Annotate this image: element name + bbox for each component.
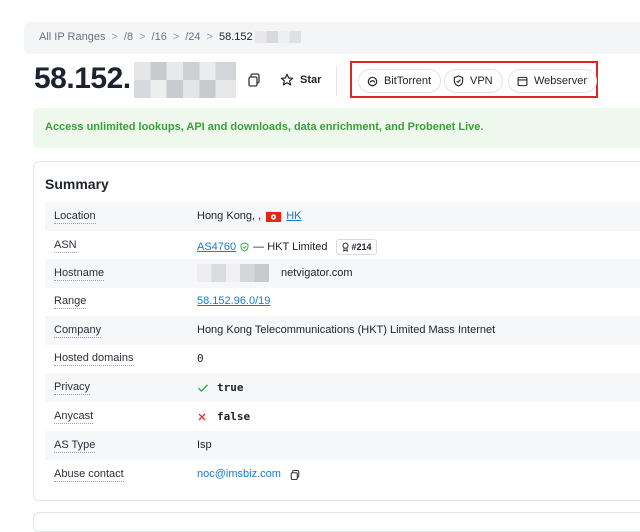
range-value: 58.152.96.0/19 bbox=[197, 295, 270, 308]
tag-vpn[interactable]: VPN bbox=[444, 69, 503, 93]
summary-row-abuse-contact: Abuse contact noc@imsbiz.com bbox=[45, 460, 640, 489]
breadcrumb-all-ip-ranges[interactable]: All IP Ranges bbox=[39, 31, 105, 43]
asn-rank-badge: #214 bbox=[335, 239, 377, 255]
location-text: Hong Kong, , bbox=[197, 210, 262, 222]
tag-webserver-label: Webserver bbox=[534, 75, 587, 87]
copy-email-button[interactable] bbox=[289, 469, 301, 481]
hosted-domains-label: Hosted domains bbox=[54, 352, 134, 366]
summary-row-anycast: Anycast false bbox=[45, 402, 640, 431]
redacted-ip-suffix bbox=[254, 31, 301, 44]
check-icon bbox=[198, 383, 209, 392]
star-icon bbox=[280, 73, 294, 86]
breadcrumb: All IP Ranges > /8 > /16 > /24 >58.152 bbox=[24, 22, 640, 54]
hostname-value: netvigator.com bbox=[197, 264, 353, 282]
hostname-label: Hostname bbox=[54, 267, 105, 281]
breadcrumb-separator: > bbox=[111, 31, 118, 44]
asn-label: ASN bbox=[54, 239, 77, 253]
breadcrumb-separator: > bbox=[139, 31, 146, 44]
abuse-contact-label: Abuse contact bbox=[54, 468, 124, 482]
summary-row-as-type: AS Type Isp bbox=[45, 431, 640, 460]
anycast-label: Anycast bbox=[54, 410, 94, 424]
range-label: Range bbox=[54, 295, 87, 309]
page-title: 58.152. bbox=[34, 62, 131, 95]
promo-banner[interactable]: Access unlimited lookups, API and downlo… bbox=[33, 108, 640, 148]
breadcrumb-slash-24[interactable]: /24 bbox=[185, 31, 200, 43]
breadcrumb-separator: > bbox=[206, 31, 213, 44]
anycast-status: false bbox=[217, 410, 251, 423]
top-strip bbox=[0, 0, 640, 20]
browser-window-icon bbox=[517, 76, 528, 86]
breadcrumb-slash-16[interactable]: /16 bbox=[152, 31, 167, 43]
range-link[interactable]: 58.152.96.0/19 bbox=[197, 295, 270, 308]
company-text: Hong Kong Telecommunications (HKT) Limit… bbox=[197, 324, 496, 336]
next-section-card bbox=[33, 512, 640, 532]
shield-icon bbox=[453, 75, 464, 87]
company-value: Hong Kong Telecommunications (HKT) Limit… bbox=[197, 324, 495, 337]
as-type-value: Isp bbox=[197, 439, 212, 452]
promo-banner-text: Access unlimited lookups, API and downlo… bbox=[45, 121, 484, 133]
bittorrent-icon bbox=[367, 76, 378, 86]
summary-row-hosted-domains: Hosted domains 0 bbox=[45, 344, 640, 373]
copy-ip-button[interactable] bbox=[246, 72, 262, 88]
as-type-text: Isp bbox=[197, 439, 212, 451]
summary-row-range: Range 58.152.96.0/19 bbox=[45, 287, 640, 316]
summary-row-location: Location Hong Kong, , HK bbox=[45, 202, 640, 231]
verified-shield-icon bbox=[240, 242, 249, 252]
tag-bittorrent-label: BitTorrent bbox=[384, 75, 432, 87]
tag-webserver[interactable]: Webserver bbox=[508, 69, 597, 93]
star-button[interactable]: Star bbox=[276, 68, 325, 92]
summary-row-asn: ASN AS4760 — HKT Limited #214 bbox=[45, 231, 640, 260]
hk-flag-icon bbox=[266, 211, 282, 222]
star-label: Star bbox=[300, 74, 322, 86]
asn-rank: #214 bbox=[351, 241, 372, 252]
tag-bittorrent[interactable]: BitTorrent bbox=[358, 69, 442, 93]
breadcrumb-current: 58.152 bbox=[218, 31, 253, 44]
redacted-ip-title-suffix bbox=[134, 62, 236, 98]
summary-row-hostname: Hostname netvigator.com bbox=[45, 259, 640, 288]
summary-title: Summary bbox=[45, 176, 109, 192]
company-label: Company bbox=[54, 324, 102, 338]
hosted-domains-value: 0 bbox=[197, 352, 204, 365]
privacy-label: Privacy bbox=[54, 381, 91, 395]
anycast-value: false bbox=[197, 410, 250, 423]
header-divider bbox=[336, 66, 337, 96]
copy-icon bbox=[248, 73, 260, 87]
tag-vpn-label: VPN bbox=[470, 75, 493, 87]
breadcrumb-slash-8[interactable]: /8 bbox=[124, 31, 133, 43]
privacy-status: true bbox=[217, 381, 244, 394]
hosted-domains-count: 0 bbox=[197, 352, 204, 365]
country-code-link[interactable]: HK bbox=[286, 210, 301, 223]
breadcrumb-separator: > bbox=[172, 31, 180, 44]
asn-org: — HKT Limited bbox=[253, 240, 328, 253]
summary-row-company: Company Hong Kong Telecommunications (HK… bbox=[45, 316, 640, 345]
abuse-contact-value: noc@imsbiz.com bbox=[197, 468, 301, 481]
privacy-value: true bbox=[197, 381, 244, 394]
redacted-hostname-prefix bbox=[197, 264, 269, 282]
location-value: Hong Kong, , HK bbox=[197, 210, 302, 223]
copy-icon bbox=[290, 469, 300, 480]
breadcrumb-trail: All IP Ranges > /8 > /16 > /24 >58.152 bbox=[39, 31, 301, 44]
location-label: Location bbox=[54, 210, 96, 224]
asn-value: AS4760 — HKT Limited #214 bbox=[197, 239, 377, 255]
cross-icon bbox=[198, 413, 206, 420]
hostname-text: netvigator.com bbox=[281, 266, 353, 279]
award-icon bbox=[342, 242, 349, 252]
abuse-contact-email[interactable]: noc@imsbiz.com bbox=[197, 468, 281, 481]
as-type-label: AS Type bbox=[54, 439, 96, 453]
summary-row-privacy: Privacy true bbox=[45, 373, 640, 402]
asn-link[interactable]: AS4760 bbox=[197, 241, 236, 254]
